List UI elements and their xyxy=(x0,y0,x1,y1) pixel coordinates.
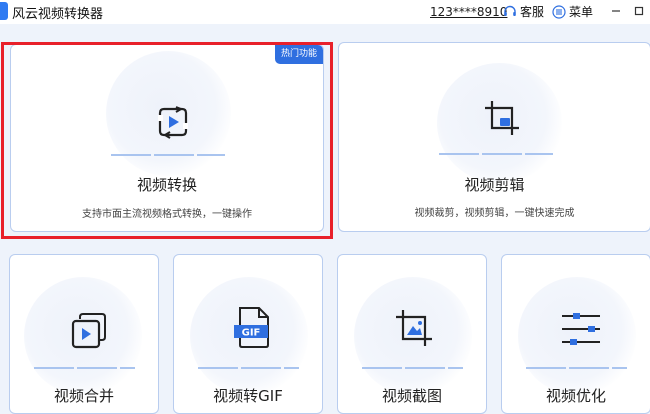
video-edit-desc: 视频裁剪，视频剪辑，一键快速完成 xyxy=(414,208,575,219)
video-merge-icon xyxy=(71,313,106,349)
title-bar: 风云视频转换器 123****8910 客服 菜单 xyxy=(0,0,650,24)
video-screenshot-card[interactable]: 视频截图 xyxy=(337,254,487,414)
video-merge-card[interactable]: 视频合并 xyxy=(9,254,159,414)
video-edit-card[interactable]: 视频剪辑 视频裁剪，视频剪辑，一键快速完成 xyxy=(338,42,650,232)
card-divider xyxy=(526,367,627,369)
minimize-icon xyxy=(612,10,620,12)
menu-label: 菜单 xyxy=(569,5,594,19)
screenshot-icon xyxy=(396,310,432,346)
crop-icon xyxy=(485,101,519,135)
video-convert-desc: 支持市面主流视频格式转换，一键操作 xyxy=(82,209,252,220)
video-convert-icon xyxy=(158,106,188,139)
headset-icon xyxy=(504,5,516,16)
card-divider xyxy=(362,367,463,369)
customer-service-button[interactable]: 客服 xyxy=(503,3,544,20)
sliders-icon xyxy=(562,313,600,345)
gif-icon-text: GIF xyxy=(242,328,261,339)
maximize-icon xyxy=(634,6,644,16)
user-phone-link[interactable]: 123****8910 xyxy=(430,5,507,19)
video-convert-card[interactable]: 热门功能 视频转换 支持市面主流视频格式转换，一键操作 xyxy=(10,44,324,232)
card-divider xyxy=(439,153,553,155)
menu-button[interactable]: 菜单 xyxy=(552,3,593,20)
video-to-gif-card[interactable]: GIF 视频转GIF xyxy=(173,254,323,414)
gif-file-icon: GIF xyxy=(234,307,269,348)
hot-feature-badge: 热门功能 xyxy=(274,45,323,64)
minimize-button[interactable] xyxy=(607,2,625,20)
video-convert-title: 视频转换 xyxy=(136,176,197,194)
card-divider xyxy=(34,367,135,369)
video-optimize-card[interactable]: 视频优化 xyxy=(501,254,650,414)
menu-icon xyxy=(552,4,566,19)
app-logo-icon xyxy=(0,2,8,20)
maximize-button[interactable] xyxy=(630,2,648,20)
card-divider xyxy=(198,367,299,369)
customer-service-label: 客服 xyxy=(520,5,545,19)
app-title: 风云视频转换器 xyxy=(12,7,104,22)
video-edit-title: 视频剪辑 xyxy=(464,176,525,194)
card-divider xyxy=(111,154,225,156)
